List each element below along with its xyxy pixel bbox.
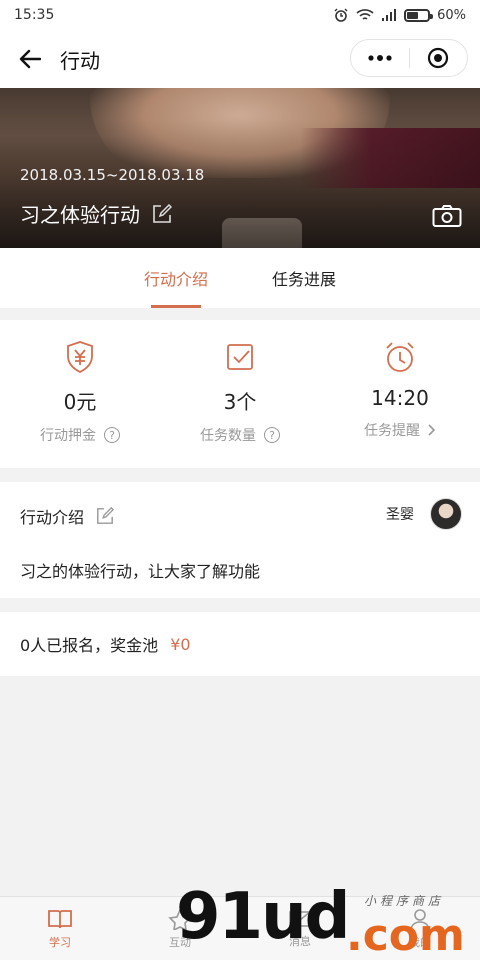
task-count-label: 任务数量 xyxy=(200,428,256,444)
back-button[interactable] xyxy=(0,30,60,88)
mini-program-capsule xyxy=(350,39,468,77)
intro-text: 习之的体验行动，让大家了解功能 xyxy=(20,562,261,581)
reminder-value: 14:20 xyxy=(371,386,429,410)
person-icon xyxy=(410,908,430,929)
alarm-status-icon xyxy=(334,8,348,22)
star-icon xyxy=(168,907,192,930)
stat-deposit[interactable]: 0元 行动押金? xyxy=(0,320,160,468)
more-button[interactable] xyxy=(351,40,409,76)
deposit-label: 行动押金 xyxy=(40,428,96,444)
prize-pool: 0人已报名，奖金池 ¥0 xyxy=(0,612,480,676)
edit-icon[interactable] xyxy=(152,203,172,224)
status-icons: 60% xyxy=(333,7,466,23)
battery-percent: 60% xyxy=(437,7,466,23)
question-icon[interactable]: ? xyxy=(264,427,280,443)
deposit-value: 0元 xyxy=(63,390,97,414)
nav-bar: 行动 xyxy=(0,30,480,88)
tab-intro[interactable]: 行动介绍 xyxy=(144,248,208,308)
tabbar-label: 消息 xyxy=(289,934,311,948)
stat-reminder[interactable]: 14:20 任务提醒 xyxy=(320,320,480,468)
signup-count-text: 0人已报名，奖金池 xyxy=(20,636,159,655)
shield-yen-icon xyxy=(67,341,93,374)
task-count-value: 3个 xyxy=(223,390,257,414)
status-bar: 15:35 60% xyxy=(0,0,480,30)
author[interactable]: 圣婴 xyxy=(386,498,462,530)
more-dots-icon xyxy=(368,55,392,61)
tabbar-label: 互动 xyxy=(169,935,191,949)
tabbar-label: 学习 xyxy=(49,935,71,949)
stat-task-count[interactable]: 3个 任务数量? xyxy=(160,320,320,468)
battery-icon xyxy=(404,8,434,22)
intro-heading: 行动介绍 xyxy=(20,508,85,527)
author-name: 圣婴 xyxy=(386,507,414,523)
action-date-range: 2018.03.15~2018.03.18 xyxy=(20,166,205,184)
mail-icon xyxy=(289,910,311,927)
target-close-icon xyxy=(428,47,449,69)
prize-amount: ¥0 xyxy=(170,634,191,654)
book-icon xyxy=(48,909,72,928)
tabbar-item-interact[interactable]: 互动 xyxy=(120,897,240,960)
stats-panel: 0元 行动押金? 3个 任务数量? 14:20 任务提醒 xyxy=(0,320,480,468)
question-icon[interactable]: ? xyxy=(104,427,120,443)
tabbar-item-me[interactable]: 我的 xyxy=(360,897,480,960)
wifi-icon xyxy=(356,9,374,20)
bottom-tab-bar: 学习 互动 消息 我的 xyxy=(0,896,480,960)
arrow-left-icon xyxy=(19,49,41,69)
alarm-clock-icon xyxy=(386,342,414,372)
close-mini-program-button[interactable] xyxy=(410,40,468,76)
action-title: 习之体验行动 xyxy=(20,203,140,227)
status-time: 15:35 xyxy=(14,7,55,23)
tab-bar: 行动介绍 任务进展 xyxy=(0,248,480,308)
tabbar-item-messages[interactable]: 消息 xyxy=(240,897,360,960)
reminder-label: 任务提醒 xyxy=(364,423,420,439)
camera-icon xyxy=(432,205,462,227)
change-cover-button[interactable] xyxy=(432,204,462,232)
avatar xyxy=(430,498,462,530)
intro-section: 行动介绍 圣婴 习之的体验行动，让大家了解功能 xyxy=(0,482,480,598)
signal-icon xyxy=(382,8,397,21)
tabbar-item-study[interactable]: 学习 xyxy=(0,897,120,960)
checkbox-icon xyxy=(227,344,253,370)
chevron-right-icon xyxy=(428,424,436,436)
edit-icon[interactable] xyxy=(96,507,115,525)
page-title: 行动 xyxy=(60,48,100,73)
tabbar-label: 我的 xyxy=(409,935,431,949)
tab-progress[interactable]: 任务进展 xyxy=(272,248,336,308)
action-banner: 2018.03.15~2018.03.18 习之体验行动 xyxy=(0,88,480,248)
